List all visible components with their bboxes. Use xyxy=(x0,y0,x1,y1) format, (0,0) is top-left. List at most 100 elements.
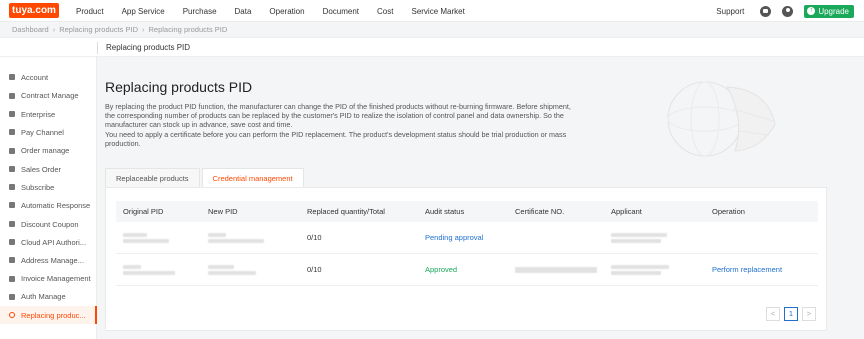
breadcrumb-current: Replacing products PID xyxy=(148,24,228,34)
breadcrumb-separator-icon: › xyxy=(142,24,145,34)
sidebar-item-contract-manage[interactable]: Contract Manage xyxy=(0,87,97,105)
prev-page-button[interactable]: < xyxy=(766,307,780,321)
sidebar-item-label: Replacing produc... xyxy=(21,310,86,320)
tab-credential-management[interactable]: Credential management xyxy=(201,168,304,188)
message-icon[interactable] xyxy=(760,5,772,17)
redacted-text xyxy=(123,232,147,237)
col-original-pid: Original PID xyxy=(123,207,164,216)
breadcrumb-dashboard[interactable]: Dashboard xyxy=(12,25,49,34)
tab-replaceable-products[interactable]: Replaceable products xyxy=(105,168,200,188)
audit-status-approved: Approved xyxy=(425,265,458,274)
audit-status-pending[interactable]: Pending approval xyxy=(425,233,515,242)
breadcrumb: Dashboard › Replacing products PID › Rep… xyxy=(12,23,227,35)
nav-product[interactable]: Product xyxy=(76,7,104,16)
sidebar-item-label: Sales Order xyxy=(21,164,62,174)
order-icon xyxy=(9,147,15,154)
invoice-icon xyxy=(9,275,15,282)
original-pid-cell xyxy=(116,231,208,245)
address-icon xyxy=(9,257,15,263)
redacted-text xyxy=(123,264,141,269)
main-content: Replacing products PID By replacing the … xyxy=(97,57,864,339)
sidebar-item-auth-manage[interactable]: Auth Manage xyxy=(0,288,97,306)
certificate-cell xyxy=(515,265,611,275)
description-text: By replacing the product PID function, t… xyxy=(105,102,571,148)
credential-panel: Original PID New PID Replaced quantity/T… xyxy=(105,187,827,331)
nav-right: Support ↑ Upgrade xyxy=(716,0,854,22)
auto-response-icon xyxy=(9,202,15,208)
sidebar-item-address-manage[interactable]: Address Manage... xyxy=(0,251,97,269)
redacted-text xyxy=(208,232,226,237)
sidebar-item-automatic-response[interactable]: Automatic Response xyxy=(0,196,97,214)
page-description: By replacing the product PID function, t… xyxy=(105,102,575,148)
col-certificate-no: Certificate NO. xyxy=(515,207,565,216)
sidebar-item-label: Subscribe xyxy=(21,182,55,192)
sidebar-item-label: Invoice Management xyxy=(21,274,91,283)
redacted-text xyxy=(611,238,661,243)
sidebar-item-discount-coupon[interactable]: Discount Coupon xyxy=(0,215,97,233)
nav-data[interactable]: Data xyxy=(235,7,252,16)
next-page-button[interactable]: > xyxy=(802,307,816,321)
sidebar-item-subscribe[interactable]: Subscribe xyxy=(0,178,97,196)
redacted-text xyxy=(611,264,669,269)
redacted-text xyxy=(611,270,661,275)
quantity-cell: 0/10 xyxy=(307,233,322,242)
redacted-text xyxy=(208,238,264,243)
tuya-logo[interactable]: tuya.com xyxy=(9,3,59,18)
sidebar-item-label: Discount Coupon xyxy=(21,219,79,229)
nav-service-market[interactable]: Service Market xyxy=(411,7,464,16)
sidebar-item-account[interactable]: Account xyxy=(0,68,97,86)
perform-replacement-link[interactable]: Perform replacement xyxy=(712,265,818,274)
decorative-globe-illustration xyxy=(667,81,776,157)
upgrade-button[interactable]: ↑ Upgrade xyxy=(804,4,854,18)
replace-icon xyxy=(9,312,15,318)
support-link[interactable]: Support xyxy=(716,7,744,16)
user-avatar-icon[interactable] xyxy=(782,5,794,17)
sidebar-item-order-manage[interactable]: Order manage xyxy=(0,142,97,160)
redacted-text xyxy=(123,238,169,243)
sidebar-item-pay-channel[interactable]: Pay Channel xyxy=(0,123,97,141)
quantity-cell: 0/10 xyxy=(307,265,322,274)
page-1-button[interactable]: 1 xyxy=(784,307,798,321)
credential-table: Original PID New PID Replaced quantity/T… xyxy=(116,201,818,286)
new-pid-cell xyxy=(208,231,307,245)
redacted-text xyxy=(515,266,597,273)
redacted-text xyxy=(208,264,234,269)
redacted-text xyxy=(611,232,667,237)
nav-cost[interactable]: Cost xyxy=(377,7,393,16)
auth-icon xyxy=(9,293,15,300)
sidebar-item-replacing-products[interactable]: Replacing produc... xyxy=(0,306,97,324)
sidebar-item-label: Account xyxy=(21,72,49,82)
applicant-cell xyxy=(611,231,712,245)
enterprise-icon xyxy=(9,111,15,117)
coupon-icon xyxy=(9,221,15,227)
redacted-text xyxy=(208,270,256,275)
sidebar-item-label: Address Manage... xyxy=(21,255,84,265)
applicant-cell xyxy=(611,263,712,277)
sidebar: Account Contract Manage Enterprise Pay C… xyxy=(0,57,97,339)
nav-document[interactable]: Document xyxy=(323,7,359,16)
sidebar-item-cloud-api[interactable]: Cloud API Authori... xyxy=(0,233,97,251)
contract-icon xyxy=(9,92,15,99)
new-pid-cell xyxy=(208,263,307,277)
col-operation: Operation xyxy=(712,207,745,216)
sidebar-item-label: Pay Channel xyxy=(21,127,64,137)
nav-app-service[interactable]: App Service xyxy=(122,7,165,16)
pagination: < 1 > xyxy=(762,307,816,321)
pay-icon xyxy=(9,129,15,135)
main-nav: Product App Service Purchase Data Operat… xyxy=(76,0,483,22)
col-new-pid: New PID xyxy=(208,207,238,216)
nav-purchase[interactable]: Purchase xyxy=(183,7,217,16)
upgrade-label: Upgrade xyxy=(818,6,849,16)
sidebar-item-label: Cloud API Authori... xyxy=(21,237,87,247)
nav-operation[interactable]: Operation xyxy=(269,7,304,16)
sidebar-item-label: Enterprise xyxy=(21,109,56,119)
sidebar-item-enterprise[interactable]: Enterprise xyxy=(0,105,97,123)
sidebar-item-invoice-management[interactable]: Invoice Management xyxy=(0,270,97,288)
breadcrumb-replacing-pid[interactable]: Replacing products PID xyxy=(59,25,138,34)
sidebar-item-sales-order[interactable]: Sales Order xyxy=(0,160,97,178)
sidebar-item-label: Order manage xyxy=(21,146,70,155)
table-row: 0/10 Approved Perform replacement xyxy=(116,254,818,286)
sidebar-item-label: Automatic Response xyxy=(21,200,91,210)
subscribe-icon xyxy=(9,184,15,190)
redacted-text xyxy=(123,270,175,275)
